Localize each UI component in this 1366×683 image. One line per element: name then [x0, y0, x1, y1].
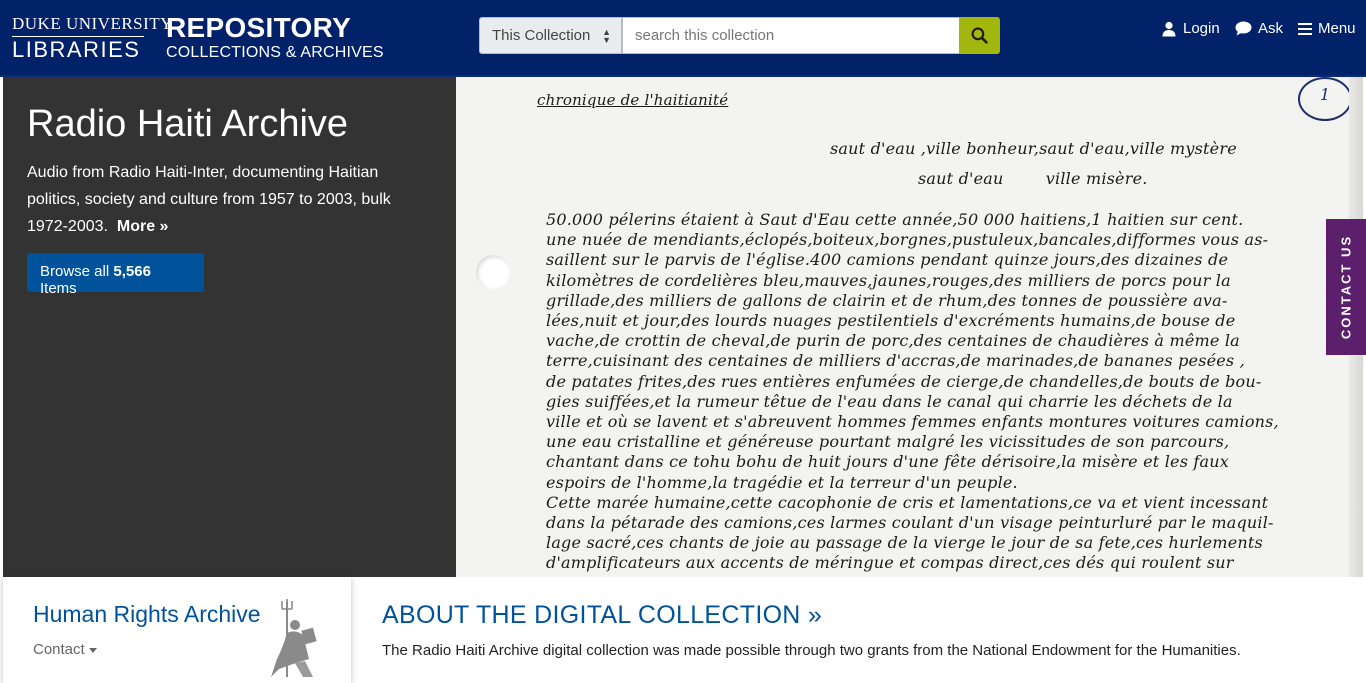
duke-libraries-logo[interactable]: DUKE UNIVERSITY [12, 14, 173, 37]
repository-subtitle[interactable]: COLLECTIONS & ARCHIVES [166, 44, 384, 62]
collection-description: Audio from Radio Haiti-Inter, documentin… [27, 159, 427, 240]
select-arrows-icon: ▲ ▼ [602, 27, 611, 45]
collection-hero-panel: Radio Haiti Archive Audio from Radio Hai… [3, 77, 456, 577]
manuscript-line: terre,cuisinant des centaines de millier… [546, 351, 1245, 371]
manuscript-line: de patates frites,des rues entières enfu… [546, 371, 1262, 391]
manuscript-line: kilomètres de cordelières bleu,mauves,ja… [546, 270, 1231, 290]
manuscript-line: vache,de crottin de cheval,de purin de p… [546, 331, 1240, 351]
caret-down-icon [88, 647, 97, 653]
search-button[interactable] [959, 17, 1000, 54]
manuscript-line: lage sacré,ces chants de joie au passage… [546, 533, 1263, 553]
menu-button[interactable]: Menu [1298, 20, 1358, 40]
user-icon [1162, 21, 1176, 37]
paper-hole [476, 255, 510, 289]
manuscript-line: Cette marée humaine,cette cacophonie de … [546, 492, 1269, 512]
contact-dropdown[interactable]: Contact [33, 641, 97, 658]
manuscript-line: grillade,des milliers de gallons de clai… [546, 290, 1228, 310]
page-number-mark: 1 [1298, 77, 1352, 121]
manuscript-line: d'amplificateurs aux accents de méringue… [546, 553, 1234, 573]
item-count: 5,566 [113, 263, 151, 280]
human-rights-archive-card: Human Rights Archive Contact [3, 577, 351, 683]
search-scope-value: This Collection [492, 27, 591, 44]
about-collection-text: The Radio Haiti Archive digital collecti… [382, 642, 1241, 659]
logo-bottom-text[interactable]: LIBRARIES [12, 37, 140, 63]
manuscript-line: une eau cristalline et généreuse pourtan… [546, 432, 1230, 452]
manuscript-line: lées,nuit et jour,des lourds nuages pest… [546, 311, 1236, 330]
manuscript-line: saut d'eau ,ville bonheur,saut d'eau,vil… [830, 139, 1237, 158]
about-collection-link[interactable]: ABOUT THE DIGITAL COLLECTION » [382, 601, 822, 630]
manuscript-line: une nuée de mendiants,éclopés,boiteux,bo… [546, 230, 1269, 250]
human-rights-archive-logo [271, 599, 317, 677]
more-link[interactable]: More » [117, 218, 169, 235]
search-input[interactable]: search this collection [622, 17, 960, 54]
manuscript-heading: chronique de l'haitianité [537, 91, 729, 109]
search-icon [971, 27, 988, 44]
hamburger-icon [1298, 23, 1312, 35]
repository-title[interactable]: REPOSITORY [166, 12, 351, 44]
manuscript-line: ville et où se lavent et s'abreuvent hom… [546, 412, 1279, 431]
search-scope-select[interactable]: This Collection ▲ ▼ [479, 17, 622, 54]
manuscript-line: 50.000 pélerins étaient à Saut d'Eau cet… [546, 210, 1244, 229]
collection-title: Radio Haiti Archive [27, 103, 349, 145]
login-link[interactable]: Login [1162, 20, 1222, 40]
search-placeholder: search this collection [635, 27, 775, 44]
manuscript-line: saillent sur le parvis de l'église.400 c… [546, 250, 1229, 270]
manuscript-line: chantant dans ce tohu bohu de huit jours… [546, 452, 1229, 472]
ask-link[interactable]: Ask [1235, 20, 1285, 40]
collection-description-text: Audio from Radio Haiti-Inter, documentin… [27, 164, 391, 235]
manuscript-line: saut d'eau ville misère. [918, 169, 1148, 188]
human-rights-archive-link[interactable]: Human Rights Archive [33, 601, 261, 628]
browse-all-button[interactable]: Browse all 5,566 Items [27, 253, 204, 297]
manuscript-line: gies suiffées,et la rumeur têtue de l'ea… [546, 391, 1233, 411]
manuscript-line: dans la pétarade des camions,ces larmes … [546, 513, 1274, 532]
chat-bubble-icon [1235, 21, 1252, 36]
contact-us-tab[interactable]: CONTACT US [1326, 219, 1366, 355]
hero-manuscript-image: 1 chronique de l'haitianité saut d'eau ,… [456, 77, 1363, 577]
manuscript-line: espoirs de l'homme,la tragédie et la ter… [546, 472, 1018, 492]
logo-top-text: DUKE UNIVERSITY [12, 14, 173, 33]
site-header: DUKE UNIVERSITY LIBRARIES REPOSITORY COL… [0, 0, 1366, 77]
